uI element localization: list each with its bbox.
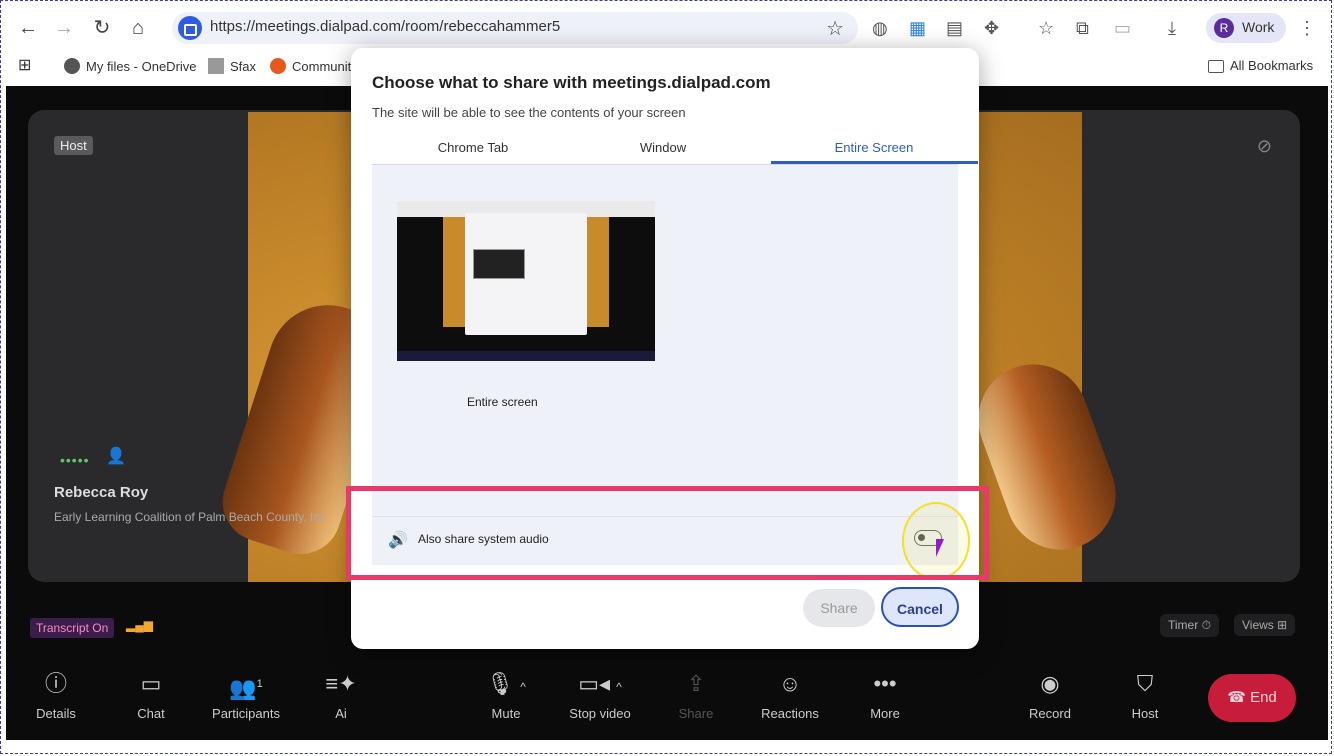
screen-frame (0, 0, 1332, 754)
